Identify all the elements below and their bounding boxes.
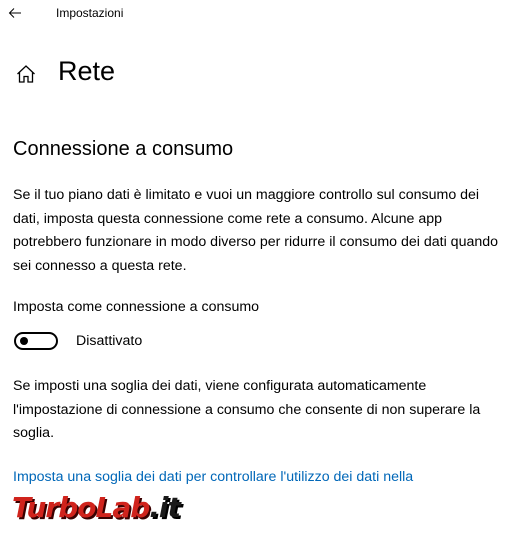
metered-connection-description: Se il tuo piano dati è limitato e vuoi u… [13,187,499,274]
watermark-text-domain: .it [149,490,181,524]
watermark-text-main: TurboLab [12,490,150,524]
data-limit-description: Se imposti una soglia dei dati, viene co… [13,378,481,441]
metered-toggle-label: Imposta come connessione a consumo [13,299,260,315]
page-title: Rete [58,56,116,86]
app-title: Impostazioni [56,6,124,20]
title-bar: Impostazioni [0,0,509,28]
toggle-state-label: Disattivato [76,333,143,349]
metered-connection-toggle[interactable] [14,332,58,350]
back-button[interactable] [4,3,26,23]
home-icon[interactable] [14,62,38,86]
toggle-knob [20,337,28,345]
section-title: Connessione a consumo [13,138,234,160]
back-arrow-icon [8,8,21,18]
turbolab-watermark-logo: TurboLab .it [12,487,181,527]
set-data-limit-link[interactable]: Imposta una soglia dei dati per controll… [13,469,413,485]
